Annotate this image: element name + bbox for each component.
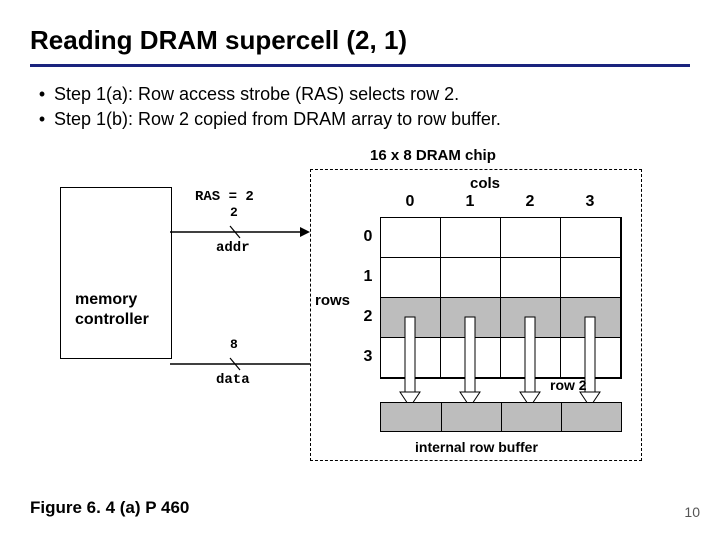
bullet-text: Step 1(a): Row access strobe (RAS) selec… — [54, 82, 459, 107]
copy-arrow-icon — [455, 297, 485, 412]
data-bus-width: 8 — [230, 337, 238, 352]
cell — [561, 258, 621, 298]
buffer-sep — [441, 403, 442, 431]
col-head-0: 0 — [380, 193, 440, 211]
bullet-text: Step 1(b): Row 2 copied from DRAM array … — [54, 107, 501, 132]
rows-label: rows — [315, 292, 350, 309]
page-title: Reading DRAM supercell (2, 1) — [30, 25, 690, 56]
page-number: 10 — [684, 504, 700, 520]
copy-arrow-icon — [395, 297, 425, 412]
dram-diagram: 16 x 8 DRAM chip cols rows 0 1 2 3 0 1 2… — [60, 147, 660, 477]
mc-line1: memory — [75, 291, 137, 308]
col-head-1: 1 — [440, 193, 500, 211]
cols-label: cols — [470, 175, 500, 192]
cell — [501, 258, 561, 298]
bullet-item: • Step 1(a): Row access strobe (RAS) sel… — [30, 82, 690, 107]
data-bus-label: data — [216, 372, 250, 388]
buffer-sep — [501, 403, 502, 431]
cell — [381, 218, 441, 258]
col-head-2: 2 — [500, 193, 560, 211]
row2-label: row 2 — [550, 377, 587, 393]
cell — [441, 218, 501, 258]
cell — [441, 258, 501, 298]
col-head-3: 3 — [560, 193, 620, 211]
mc-line2: controller — [75, 311, 149, 328]
cell — [381, 258, 441, 298]
memory-controller-box — [60, 187, 172, 359]
chip-label: 16 x 8 DRAM chip — [370, 147, 496, 164]
title-rule — [30, 64, 690, 67]
row-head-2: 2 — [358, 297, 378, 337]
row-buffer-label: internal row buffer — [415, 439, 538, 455]
cell — [501, 218, 561, 258]
bullet-item: • Step 1(b): Row 2 copied from DRAM arra… — [30, 107, 690, 132]
row-head-3: 3 — [358, 337, 378, 377]
addr-bus-label: addr — [216, 240, 250, 256]
buffer-sep — [561, 403, 562, 431]
addr-bus-width: 2 — [230, 205, 238, 220]
bullet-dot: • — [30, 82, 54, 107]
copy-arrow-icon — [575, 297, 605, 412]
row-head-1: 1 — [358, 257, 378, 297]
figure-caption: Figure 6. 4 (a) P 460 — [30, 498, 189, 518]
bullet-list: • Step 1(a): Row access strobe (RAS) sel… — [30, 82, 690, 132]
copy-arrow-icon — [515, 297, 545, 412]
cell — [561, 218, 621, 258]
ras-label: RAS = 2 — [195, 189, 254, 205]
memory-controller-label: memory controller — [75, 290, 149, 328]
row-head-0: 0 — [358, 217, 378, 257]
bullet-dot: • — [30, 107, 54, 132]
row-buffer — [380, 402, 622, 432]
